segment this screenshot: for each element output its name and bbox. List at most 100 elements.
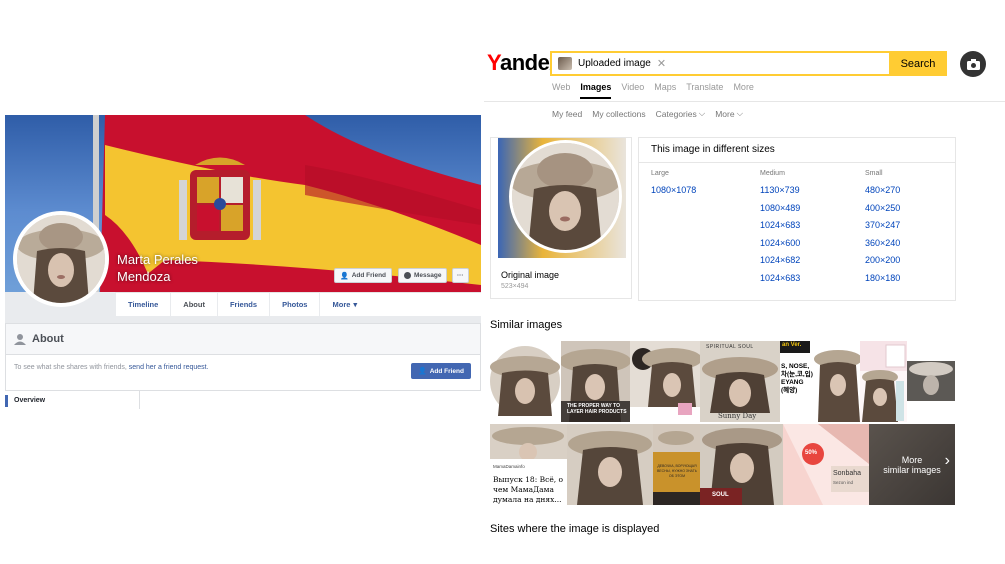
similar-image-tile[interactable] — [860, 341, 907, 422]
tab-about[interactable]: About — [170, 293, 217, 317]
similar-image-tile[interactable]: MamaDamainfo Выпуск 18: Всё, о чем МамаД… — [490, 424, 567, 505]
about-title: About — [32, 333, 64, 345]
similar-image-tile[interactable]: SPIRITUAL SOUL Sunny Day — [700, 341, 780, 422]
profile-tabs: Timeline About Friends Photos More ▾ — [115, 292, 481, 317]
tab-timeline-label: Timeline — [128, 300, 159, 309]
size-link[interactable]: 180×180 — [865, 270, 900, 288]
nav-divider — [484, 101, 1005, 102]
size-link[interactable]: 1080×489 — [760, 200, 800, 218]
categories-label: Categories — [655, 108, 697, 119]
add-friend-icon: 👤 — [340, 272, 349, 280]
tab-timeline[interactable]: Timeline — [115, 293, 170, 317]
size-link[interactable]: 360×240 — [865, 235, 900, 253]
about-divider — [139, 391, 140, 409]
sidebar-item-overview[interactable]: Overview — [5, 395, 45, 407]
similar-image-caption: ДЕВОЧКА, ВОРУЮЩАЯ ВЕСНЫ, НУЖНО ЗНАТЬ ОБ … — [656, 464, 698, 478]
tab-about-label: About — [183, 300, 205, 309]
similar-image-tile[interactable] — [630, 341, 700, 422]
nav-translate[interactable]: Translate — [686, 82, 723, 99]
tab-friends-label: Friends — [229, 300, 258, 309]
subnav-more-label: More — [715, 108, 735, 119]
person-icon — [14, 334, 26, 345]
tab-more[interactable]: More ▾ — [319, 293, 369, 317]
image-sizes-card: This image in different sizes Large 1080… — [638, 137, 956, 301]
subnav-my-feed[interactable]: My feed — [552, 108, 582, 119]
service-nav: Web Images Video Maps Translate More — [552, 82, 754, 99]
messenger-icon — [404, 272, 411, 279]
nav-web[interactable]: Web — [552, 82, 570, 99]
profile-name: Marta Perales Mendoza — [117, 251, 237, 285]
uploaded-image-thumb — [558, 57, 572, 70]
nav-maps[interactable]: Maps — [654, 82, 676, 99]
similar-image-tile[interactable]: SOUL — [700, 424, 783, 505]
nav-images[interactable]: Images — [580, 82, 612, 99]
similar-image-caption-bottom: Sunny Day — [718, 412, 757, 420]
chevron-right-icon: › — [944, 452, 950, 469]
similar-image-tile[interactable] — [567, 424, 653, 505]
similar-image-source: MamaDamainfo — [493, 464, 525, 469]
similar-image-tile[interactable]: an Ver. S, NOSE, 차(눈,코,입) EYANG (혜양) — [780, 341, 860, 422]
logo-letter-y: Y — [487, 50, 500, 75]
more-similar-line1: More — [901, 454, 923, 465]
similar-image-caption-sub: Sezon ind — [833, 480, 854, 485]
sizes-column-small: Small 480×270 400×250 370×247 360×240 20… — [865, 170, 900, 287]
size-link[interactable]: 480×270 — [865, 182, 900, 200]
size-link[interactable]: 1024×683 — [760, 270, 800, 288]
similar-image-art — [783, 424, 869, 505]
nav-video[interactable]: Video — [621, 82, 644, 99]
images-subnav: My feed My collections Categories ⌵ More ⌵ — [552, 108, 743, 119]
search-bar[interactable]: Uploaded image ✕ Search — [550, 51, 947, 76]
similar-image-caption: Sonbaha — [833, 470, 862, 477]
avatar-portrait — [17, 215, 105, 303]
similar-image-caption-top: SPIRITUAL SOUL — [706, 344, 754, 350]
similar-image-art — [907, 361, 955, 401]
similar-image-caption: Выпуск 18: Всё, о чем МамаДама думала на… — [493, 475, 564, 504]
message-label: Message — [414, 272, 442, 279]
subnav-my-collections[interactable]: My collections — [592, 108, 645, 119]
medium-header: Medium — [760, 170, 785, 177]
more-options-button[interactable]: ··· — [452, 268, 469, 283]
subnav-more[interactable]: More ⌵ — [715, 108, 743, 119]
nav-more[interactable]: More — [733, 82, 754, 99]
portrait-art — [512, 143, 619, 250]
add-friend-button[interactable]: 👤 Add Friend — [334, 268, 393, 283]
similar-image-tile[interactable]: ДЕВОЧКА, ВОРУЮЩАЯ ВЕСНЫ, НУЖНО ЗНАТЬ ОБ … — [653, 424, 700, 505]
more-similar-images-tile[interactable]: More similar images › — [869, 424, 955, 505]
subnav-categories[interactable]: Categories ⌵ — [656, 108, 706, 119]
profile-avatar[interactable] — [13, 211, 109, 307]
similar-image-art — [860, 341, 907, 422]
size-link[interactable]: 400×250 — [865, 200, 900, 218]
original-image-label[interactable]: Original image — [501, 270, 559, 280]
original-image-card[interactable]: Original image 523×494 — [490, 137, 632, 299]
similar-image-tile[interactable]: 50% Sonbaha Sezon ind — [783, 424, 869, 505]
tab-photos[interactable]: Photos — [269, 293, 319, 317]
search-button[interactable]: Search — [889, 51, 947, 76]
message-button[interactable]: Message — [398, 268, 448, 283]
size-link[interactable]: 200×200 — [865, 252, 900, 270]
tab-friends[interactable]: Friends — [216, 293, 269, 317]
size-link[interactable]: 1130×739 — [760, 182, 800, 200]
similar-image-tile[interactable] — [907, 341, 955, 422]
profile-name-line1: Marta Perales — [117, 252, 198, 267]
chevron-down-icon: ⌵ — [698, 108, 706, 118]
camera-search-button[interactable] — [960, 51, 986, 77]
size-link[interactable]: 1024×600 — [760, 235, 800, 253]
size-link[interactable]: 1024×683 — [760, 217, 800, 235]
size-link[interactable]: 1024×682 — [760, 252, 800, 270]
similar-image-art — [490, 346, 560, 416]
similar-image-tile[interactable]: THE PROPER WAY TO LAYER HAIR PRODUCTS — [561, 341, 630, 422]
clear-icon[interactable]: ✕ — [657, 57, 666, 70]
friend-request-prompt: To see what she shares with friends, sen… — [14, 364, 209, 371]
send-friend-request-link[interactable]: send her a friend request. — [129, 364, 209, 371]
size-link[interactable]: 1080×1078 — [651, 182, 696, 200]
add-friend-button-secondary[interactable]: 👤 Add Friend — [410, 363, 471, 379]
similar-image-caption-top: an Ver. — [782, 342, 802, 348]
original-image-portrait — [509, 140, 622, 253]
size-link[interactable]: 370×247 — [865, 217, 900, 235]
more-similar-text: More similar images — [883, 455, 941, 475]
similar-image-art — [702, 357, 778, 413]
similar-image-tile[interactable] — [490, 341, 561, 422]
similar-images-grid: THE PROPER WAY TO LAYER HAIR PRODUCTS SP… — [490, 341, 955, 505]
add-friend-secondary-label: Add Friend — [429, 367, 464, 375]
sizes-column-large: Large 1080×1078 — [651, 170, 696, 200]
